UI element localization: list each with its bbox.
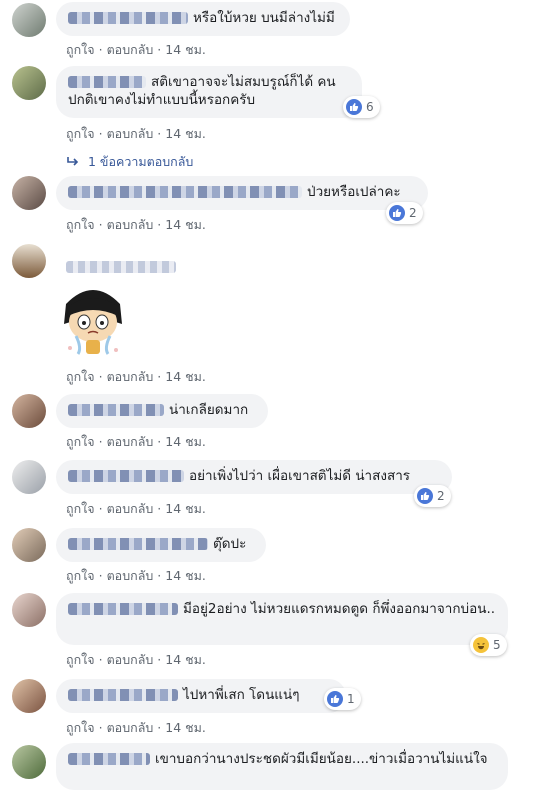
like-link[interactable]: ถูกใจ — [66, 501, 95, 516]
commenter-name[interactable] — [68, 404, 164, 416]
like-icon — [327, 691, 343, 707]
comment-bubble: อย่าเพิ่งไปว่า เผื่อเขาสติไม่ดี น่าสงสาร — [56, 460, 452, 494]
comment-actions: ถูกใจ · ตอบกลับ · 14 ชม. — [66, 434, 206, 449]
comment-text: อย่าเพิ่งไปว่า เผื่อเขาสติไม่ดี น่าสงสาร — [189, 468, 411, 484]
reply-link[interactable]: ตอบกลับ — [107, 369, 154, 384]
avatar[interactable] — [12, 244, 46, 278]
like-link[interactable]: ถูกใจ — [66, 42, 95, 57]
commenter-name[interactable] — [68, 186, 302, 198]
comment-bubble: เขาบอกว่านางประชดผัวมีเมียน้อย....ข่าวเม… — [56, 743, 508, 790]
comment-actions: ถูกใจ · ตอบกลับ · 14 ชม. — [66, 217, 206, 232]
like-icon — [346, 99, 362, 115]
reaction-summary[interactable]: 6 — [343, 96, 380, 118]
comment-text: หรือใบ้หวย บนมีล่างไม่มี — [193, 10, 335, 26]
comment-actions: ถูกใจ · ตอบกลับ · 14 ชม. — [66, 126, 206, 141]
reply-arrow-icon — [66, 156, 80, 168]
comment-text: มีอยู่2อย่าง ไม่หวยแดรกหมดตูด ก็พึ่งออกม… — [183, 601, 496, 617]
comment-bubble: สติเขาอาจจะไม่สมบรูณ์ก็ได้ คนปกติเขาคงไม… — [56, 66, 362, 118]
timestamp[interactable]: 14 ชม. — [165, 568, 206, 583]
reply-link[interactable]: ตอบกลับ — [107, 126, 154, 141]
reaction-count: 1 — [347, 692, 355, 706]
reply-link[interactable]: ตอบกลับ — [107, 434, 154, 449]
view-replies-link[interactable]: 1 ข้อความตอบกลับ — [66, 152, 193, 172]
comment-bubble: ไปหาพี่เสก โดนแน่ๆ — [56, 679, 346, 713]
avatar[interactable] — [12, 679, 46, 713]
avatar[interactable] — [12, 528, 46, 562]
haha-icon — [473, 637, 489, 653]
like-link[interactable]: ถูกใจ — [66, 720, 95, 735]
reaction-summary[interactable]: 2 — [414, 485, 451, 507]
comment-bubble: ตุ๊ดปะ — [56, 528, 266, 562]
timestamp[interactable]: 14 ชม. — [165, 652, 206, 667]
comment-actions: ถูกใจ · ตอบกลับ · 14 ชม. — [66, 720, 206, 735]
avatar[interactable] — [12, 3, 46, 37]
comment-bubble: น่าเกลียดมาก — [56, 394, 268, 428]
commenter-name[interactable] — [66, 256, 181, 275]
like-icon — [389, 205, 405, 221]
reply-link[interactable]: ตอบกลับ — [107, 217, 154, 232]
comment-text: ป่วยหรือเปล่าคะ — [307, 184, 401, 200]
reaction-summary[interactable]: 2 — [386, 202, 423, 224]
like-link[interactable]: ถูกใจ — [66, 568, 95, 583]
comment-actions: ถูกใจ · ตอบกลับ · 14 ชม. — [66, 42, 206, 57]
commenter-name[interactable] — [68, 470, 184, 482]
reaction-count: 2 — [409, 206, 417, 220]
commenter-name[interactable] — [68, 689, 178, 701]
avatar[interactable] — [12, 394, 46, 428]
reply-link[interactable]: ตอบกลับ — [107, 720, 154, 735]
like-link[interactable]: ถูกใจ — [66, 369, 95, 384]
comment-text: น่าเกลียดมาก — [169, 402, 249, 418]
commenter-name[interactable] — [68, 753, 150, 765]
replies-count-label: 1 ข้อความตอบกลับ — [88, 154, 194, 169]
comment-actions: ถูกใจ · ตอบกลับ · 14 ชม. — [66, 369, 206, 384]
comment-bubble: ป่วยหรือเปล่าคะ — [56, 176, 428, 210]
reaction-count: 6 — [366, 100, 374, 114]
reply-link[interactable]: ตอบกลับ — [107, 568, 154, 583]
comment-text: ไปหาพี่เสก โดนแน่ๆ — [183, 687, 300, 703]
commenter-name[interactable] — [68, 603, 178, 615]
timestamp[interactable]: 14 ชม. — [165, 42, 206, 57]
commenter-name[interactable] — [68, 12, 188, 24]
reply-link[interactable]: ตอบกลับ — [107, 42, 154, 57]
comment-actions: ถูกใจ · ตอบกลับ · 14 ชม. — [66, 501, 206, 516]
like-link[interactable]: ถูกใจ — [66, 434, 95, 449]
timestamp[interactable]: 14 ชม. — [165, 217, 206, 232]
comment-text: ตุ๊ดปะ — [213, 536, 247, 552]
timestamp[interactable]: 14 ชม. — [165, 501, 206, 516]
reaction-summary[interactable]: 5 — [470, 634, 507, 656]
comment-actions: ถูกใจ · ตอบกลับ · 14 ชม. — [66, 568, 206, 583]
comment-bubble: หรือใบ้หวย บนมีล่างไม่มี — [56, 2, 350, 36]
like-link[interactable]: ถูกใจ — [66, 126, 95, 141]
sticker-image[interactable] — [52, 278, 134, 360]
commenter-name[interactable] — [68, 76, 146, 88]
like-link[interactable]: ถูกใจ — [66, 652, 95, 667]
avatar[interactable] — [12, 745, 46, 779]
avatar[interactable] — [12, 593, 46, 627]
reaction-summary[interactable]: 1 — [324, 688, 361, 710]
commenter-name[interactable] — [68, 538, 208, 550]
reply-link[interactable]: ตอบกลับ — [107, 652, 154, 667]
avatar[interactable] — [12, 176, 46, 210]
reaction-count: 5 — [493, 638, 501, 652]
timestamp[interactable]: 14 ชม. — [165, 720, 206, 735]
comment-bubble: มีอยู่2อย่าง ไม่หวยแดรกหมดตูด ก็พึ่งออกม… — [56, 593, 508, 645]
avatar[interactable] — [12, 460, 46, 494]
reaction-count: 2 — [437, 489, 445, 503]
timestamp[interactable]: 14 ชม. — [165, 126, 206, 141]
reply-link[interactable]: ตอบกลับ — [107, 501, 154, 516]
avatar[interactable] — [12, 66, 46, 100]
comment-text: เขาบอกว่านางประชดผัวมีเมียน้อย....ข่าวเม… — [155, 751, 488, 767]
timestamp[interactable]: 14 ชม. — [165, 369, 206, 384]
timestamp[interactable]: 14 ชม. — [165, 434, 206, 449]
comment-actions: ถูกใจ · ตอบกลับ · 14 ชม. — [66, 652, 206, 667]
like-link[interactable]: ถูกใจ — [66, 217, 95, 232]
like-icon — [417, 488, 433, 504]
